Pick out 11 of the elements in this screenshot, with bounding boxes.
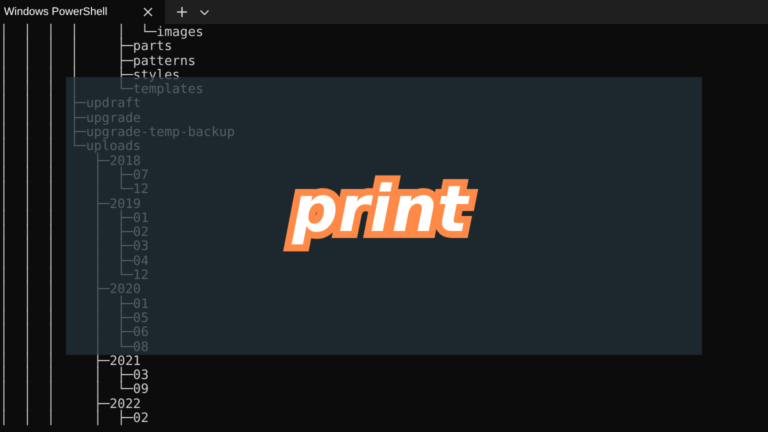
terminal-line: │ │ │ ├─2022 [0, 398, 141, 412]
terminal-line: │ │ │ │ └─09 [0, 383, 150, 398]
terminal-tab[interactable]: Windows PowerShell [0, 0, 165, 24]
plus-icon[interactable] [177, 7, 187, 17]
chevron-down-icon[interactable] [200, 10, 209, 14]
terminal-line: │ │ │ │ ├─02 [0, 412, 150, 426]
close-icon[interactable] [143, 7, 153, 17]
terminal-line: │ │ │ │ │ └─images [0, 26, 204, 40]
terminal-line: │ │ │ │ ├─patterns [0, 54, 197, 69]
tab-title: Windows PowerShell [4, 6, 108, 18]
terminal-line: │ │ │ │ ├─parts [0, 40, 172, 54]
